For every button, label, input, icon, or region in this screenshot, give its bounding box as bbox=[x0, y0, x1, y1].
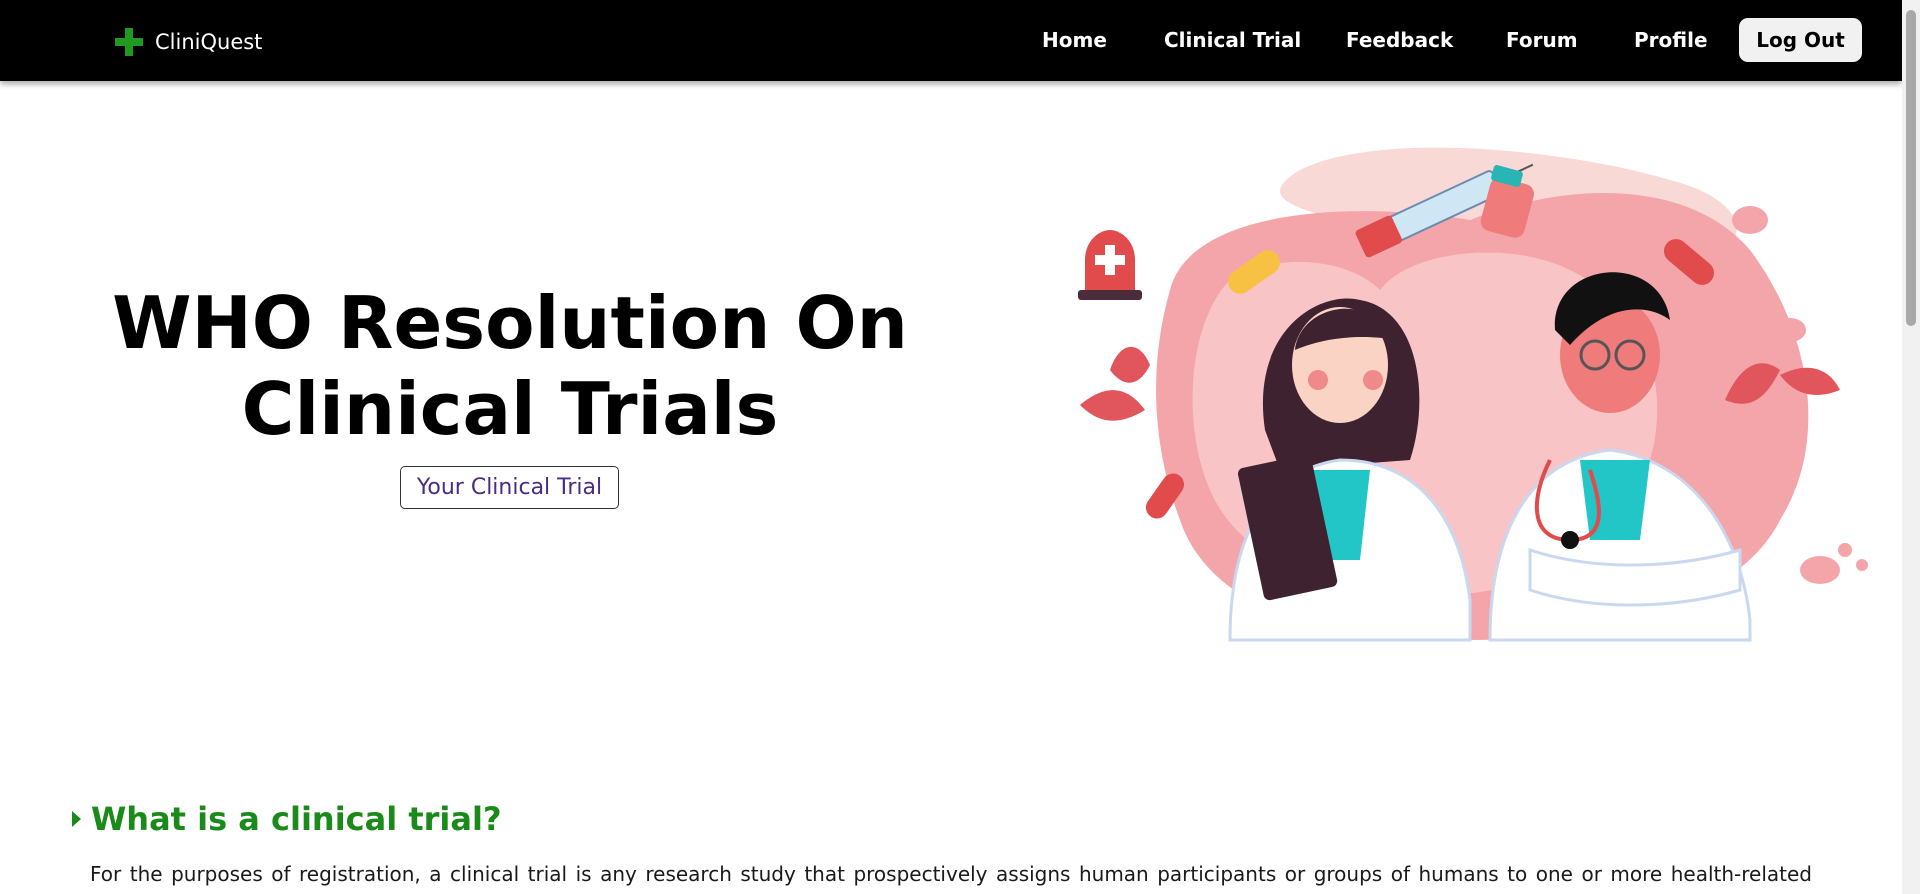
your-clinical-trial-button[interactable]: Your Clinical Trial bbox=[400, 466, 619, 509]
nav-feedback[interactable]: Feedback bbox=[1346, 28, 1453, 52]
hero-title-line-1: WHO Resolution On bbox=[112, 281, 908, 365]
brand[interactable]: CliniQuest bbox=[115, 27, 262, 57]
nav-forum[interactable]: Forum bbox=[1506, 28, 1578, 52]
nav-home[interactable]: Home bbox=[1042, 28, 1107, 52]
caret-right-icon bbox=[72, 811, 81, 827]
hero-title: WHO Resolution On Clinical Trials bbox=[60, 280, 960, 452]
nav-clinical-trial[interactable]: Clinical Trial bbox=[1164, 28, 1301, 52]
nav-profile[interactable]: Profile bbox=[1634, 28, 1708, 52]
brand-name: CliniQuest bbox=[155, 30, 263, 54]
section-title[interactable]: What is a clinical trial? bbox=[72, 800, 502, 838]
section-title-text: What is a clinical trial? bbox=[91, 800, 502, 838]
green-cross-icon bbox=[115, 28, 143, 56]
section-body: For the purposes of registration, a clin… bbox=[90, 862, 1812, 886]
hero-title-line-2: Clinical Trials bbox=[241, 367, 779, 451]
scrollbar[interactable] bbox=[1902, 0, 1920, 894]
logout-button[interactable]: Log Out bbox=[1739, 18, 1862, 62]
scrollbar-thumb[interactable] bbox=[1906, 10, 1916, 326]
navbar: CliniQuest Home Clinical Trial Feedback … bbox=[0, 0, 1902, 81]
doctors-illustration bbox=[1078, 147, 1868, 642]
